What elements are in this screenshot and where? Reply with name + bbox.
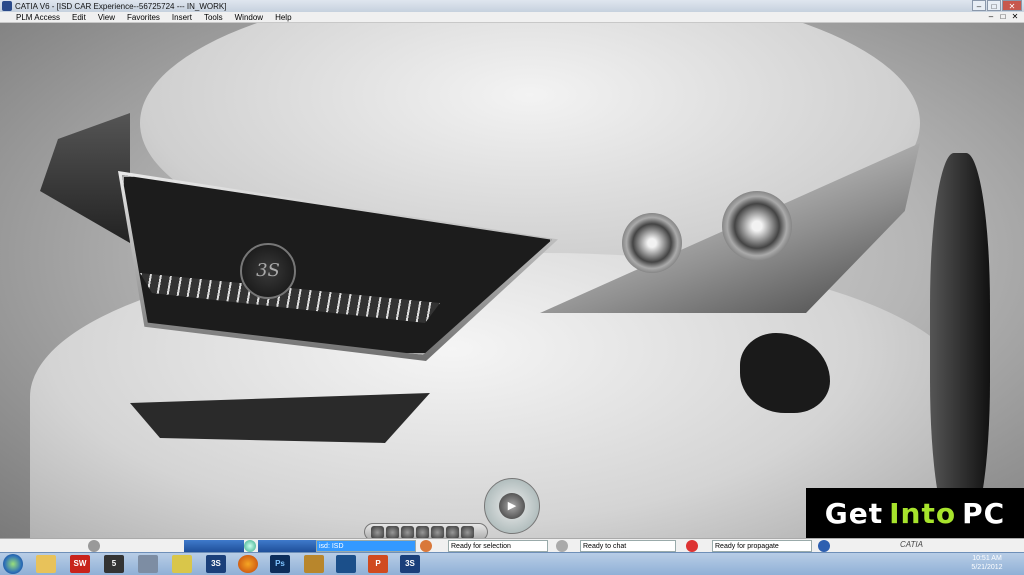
minimize-button[interactable]: – [972,0,986,11]
doc-close-button[interactable]: ✕ [1010,12,1020,22]
system-clock[interactable]: 10:51 AM 5/21/2012 [952,554,1022,574]
window-title: CATIA V6 - [ISD CAR Experience--56725724… [15,1,227,11]
chat-status-icon[interactable] [556,540,568,552]
propagate-status-field[interactable]: Ready for propagate [712,540,812,552]
help-status-icon[interactable] [818,540,830,552]
watermark-banner: Get Into PC [806,488,1024,538]
menu-tools[interactable]: Tools [204,13,223,22]
status-blue-bar-2 [258,540,316,552]
start-button[interactable] [3,554,23,574]
left-headlamp [40,113,130,243]
clock-time: 10:51 AM [972,555,1002,562]
firefox-icon[interactable] [238,555,258,573]
solidworks-icon[interactable]: SW [70,555,90,573]
propagate-status-icon[interactable] [686,540,698,552]
search-status-icon[interactable] [420,540,432,552]
photoshop-icon[interactable]: Ps [270,555,290,573]
rotate-icon[interactable] [431,525,444,538]
selection-status-field[interactable]: Ready for selection [448,540,548,552]
doc-minimize-button[interactable]: – [986,12,996,22]
catia-icon[interactable]: 5 [104,555,124,573]
fit-all-icon[interactable] [371,525,384,538]
chat-status-field[interactable]: Ready to chat [580,540,676,552]
watermark-word-1: Get [824,496,884,530]
menu-bar: PLM Access Edit View Favorites Insert To… [0,12,1024,23]
windows-taskbar: SW 5 3S Ps P 3S 10:51 AM 5/21/2012 [0,552,1024,575]
menu-insert[interactable]: Insert [172,13,192,22]
catia-app-icon[interactable] [2,1,12,11]
zoom-icon[interactable] [401,525,414,538]
clock-date: 5/21/2012 [971,564,1003,571]
right-tire [930,153,990,533]
object-selector-field[interactable]: isd: ISD [316,540,416,552]
ds-icon-2[interactable]: 3S [400,555,420,573]
view-toolbar [364,523,488,538]
menu-edit[interactable]: Edit [72,13,86,22]
normal-view-icon[interactable] [446,525,459,538]
play-icon[interactable]: ▶ [499,493,525,519]
menu-help[interactable]: Help [275,13,291,22]
ds-icon[interactable]: 3S [206,555,226,573]
media-icon[interactable] [304,555,324,573]
status-blue-bar-1 [184,540,244,552]
close-button[interactable]: ✕ [1002,0,1022,11]
ds-logo-icon: 3S [240,243,296,299]
watermark-word-3: PC [962,496,1006,530]
tools-icon[interactable] [138,555,158,573]
view-options-icon[interactable] [461,525,474,538]
compass-widget[interactable]: ▶ [484,478,540,534]
catia-brand-label: CATIA [900,540,923,549]
compass-status-icon[interactable] [88,540,100,552]
pan-icon[interactable] [386,525,399,538]
render-mode-icon[interactable] [416,525,429,538]
doc-restore-button[interactable]: □ [998,12,1008,22]
image-icon[interactable] [336,555,356,573]
menu-view[interactable]: View [98,13,115,22]
powerpoint-icon[interactable]: P [368,555,388,573]
title-bar: CATIA V6 - [ISD CAR Experience--56725724… [0,0,1024,12]
window-controls: – □ ✕ [972,0,1022,11]
menu-favorites[interactable]: Favorites [127,13,160,22]
document-controls: – □ ✕ [986,12,1020,22]
headlamp-lens-1 [622,213,682,273]
lightbulb-icon[interactable] [172,555,192,573]
globe-icon[interactable] [244,540,256,552]
menu-plm-access[interactable]: PLM Access [16,13,60,22]
3d-viewport[interactable]: 3S ▶ Get Into PC [0,23,1024,538]
menu-window[interactable]: Window [235,13,263,22]
status-bar: isd: ISD Ready for selection Ready to ch… [0,538,1024,552]
maximize-button[interactable]: □ [987,0,1001,11]
headlamp-lens-2 [722,191,792,261]
explorer-icon[interactable] [36,555,56,573]
watermark-word-2: Into [889,496,957,530]
